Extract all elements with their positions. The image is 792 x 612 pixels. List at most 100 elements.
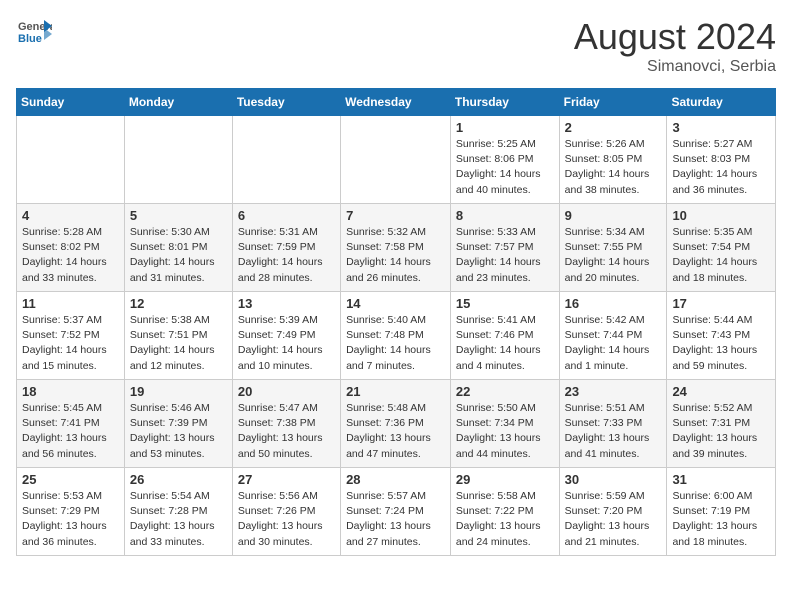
day-info: Sunrise: 5:59 AM Sunset: 7:20 PM Dayligh… [565, 489, 662, 550]
logo: General Blue [16, 16, 52, 46]
calendar-week-row: 4Sunrise: 5:28 AM Sunset: 8:02 PM Daylig… [17, 204, 776, 292]
day-number: 2 [565, 120, 662, 135]
day-number: 19 [130, 384, 227, 399]
day-info: Sunrise: 5:27 AM Sunset: 8:03 PM Dayligh… [672, 137, 770, 198]
day-number: 15 [456, 296, 554, 311]
day-number: 8 [456, 208, 554, 223]
day-number: 11 [22, 296, 119, 311]
day-info: Sunrise: 5:47 AM Sunset: 7:38 PM Dayligh… [238, 401, 335, 462]
day-info: Sunrise: 5:56 AM Sunset: 7:26 PM Dayligh… [238, 489, 335, 550]
month-year: August 2024 [574, 16, 776, 58]
day-info: Sunrise: 5:45 AM Sunset: 7:41 PM Dayligh… [22, 401, 119, 462]
calendar-cell: 3 Sunrise: 5:27 AM Sunset: 8:03 PM Daylig… [667, 116, 776, 204]
calendar-cell: 7 Sunrise: 5:32 AM Sunset: 7:58 PM Daylig… [341, 204, 451, 292]
day-number: 1 [456, 120, 554, 135]
day-info: Sunrise: 5:40 AM Sunset: 7:48 PM Dayligh… [346, 313, 445, 374]
calendar-cell: 13 Sunrise: 5:39 AM Sunset: 7:49 PM Dayli… [232, 292, 340, 380]
calendar-week-row: 18 Sunrise: 5:45 AM Sunset: 7:41 PM Dayli… [17, 380, 776, 468]
calendar-table: SundayMondayTuesdayWednesdayThursdayFrid… [16, 88, 776, 556]
calendar-week-row: 1 Sunrise: 5:25 AM Sunset: 8:06 PM Daylig… [17, 116, 776, 204]
title-block: August 2024 Simanovci, Serbia [574, 16, 776, 76]
calendar-cell: 6Sunrise: 5:31 AM Sunset: 7:59 PM Daylig… [232, 204, 340, 292]
calendar-cell [232, 116, 340, 204]
page-header: General Blue August 2024 Simanovci, Serb… [16, 16, 776, 76]
calendar-cell: 18 Sunrise: 5:45 AM Sunset: 7:41 PM Dayli… [17, 380, 125, 468]
calendar-cell: 15 Sunrise: 5:41 AM Sunset: 7:46 PM Dayli… [450, 292, 559, 380]
weekday-header: Thursday [450, 89, 559, 116]
calendar-week-row: 11Sunrise: 5:37 AM Sunset: 7:52 PM Dayli… [17, 292, 776, 380]
day-info: Sunrise: 5:39 AM Sunset: 7:49 PM Dayligh… [238, 313, 335, 374]
weekday-header: Monday [124, 89, 232, 116]
day-info: Sunrise: 5:53 AM Sunset: 7:29 PM Dayligh… [22, 489, 119, 550]
day-info: Sunrise: 5:31 AM Sunset: 7:59 PM Dayligh… [238, 225, 335, 286]
day-number: 23 [565, 384, 662, 399]
calendar-cell: 11Sunrise: 5:37 AM Sunset: 7:52 PM Dayli… [17, 292, 125, 380]
day-number: 25 [22, 472, 119, 487]
day-number: 17 [672, 296, 770, 311]
calendar-cell: 29Sunrise: 5:58 AM Sunset: 7:22 PM Dayli… [450, 468, 559, 556]
calendar-week-row: 25 Sunrise: 5:53 AM Sunset: 7:29 PM Dayli… [17, 468, 776, 556]
day-info: Sunrise: 5:48 AM Sunset: 7:36 PM Dayligh… [346, 401, 445, 462]
calendar-cell: 14 Sunrise: 5:40 AM Sunset: 7:48 PM Dayli… [341, 292, 451, 380]
day-info: Sunrise: 5:35 AM Sunset: 7:54 PM Dayligh… [672, 225, 770, 286]
weekday-header-row: SundayMondayTuesdayWednesdayThursdayFrid… [17, 89, 776, 116]
day-info: Sunrise: 5:38 AM Sunset: 7:51 PM Dayligh… [130, 313, 227, 374]
day-info: Sunrise: 5:32 AM Sunset: 7:58 PM Dayligh… [346, 225, 445, 286]
day-info: Sunrise: 5:41 AM Sunset: 7:46 PM Dayligh… [456, 313, 554, 374]
day-number: 29 [456, 472, 554, 487]
day-info: Sunrise: 5:54 AM Sunset: 7:28 PM Dayligh… [130, 489, 227, 550]
day-number: 7 [346, 208, 445, 223]
day-number: 9 [565, 208, 662, 223]
day-number: 12 [130, 296, 227, 311]
day-info: Sunrise: 5:25 AM Sunset: 8:06 PM Dayligh… [456, 137, 554, 198]
location: Simanovci, Serbia [574, 58, 776, 76]
day-info: Sunrise: 5:57 AM Sunset: 7:24 PM Dayligh… [346, 489, 445, 550]
calendar-header: SundayMondayTuesdayWednesdayThursdayFrid… [17, 89, 776, 116]
day-number: 30 [565, 472, 662, 487]
calendar-cell: 12 Sunrise: 5:38 AM Sunset: 7:51 PM Dayli… [124, 292, 232, 380]
day-number: 10 [672, 208, 770, 223]
day-number: 13 [238, 296, 335, 311]
calendar-cell: 17 Sunrise: 5:44 AM Sunset: 7:43 PM Dayli… [667, 292, 776, 380]
day-info: Sunrise: 5:44 AM Sunset: 7:43 PM Dayligh… [672, 313, 770, 374]
calendar-cell [341, 116, 451, 204]
day-info: Sunrise: 5:34 AM Sunset: 7:55 PM Dayligh… [565, 225, 662, 286]
day-info: Sunrise: 5:51 AM Sunset: 7:33 PM Dayligh… [565, 401, 662, 462]
day-number: 21 [346, 384, 445, 399]
calendar-cell: 10 Sunrise: 5:35 AM Sunset: 7:54 PM Dayli… [667, 204, 776, 292]
calendar-cell: 4Sunrise: 5:28 AM Sunset: 8:02 PM Daylig… [17, 204, 125, 292]
day-number: 26 [130, 472, 227, 487]
day-number: 31 [672, 472, 770, 487]
day-number: 14 [346, 296, 445, 311]
calendar-cell: 31Sunrise: 6:00 AM Sunset: 7:19 PM Dayli… [667, 468, 776, 556]
day-info: Sunrise: 5:42 AM Sunset: 7:44 PM Dayligh… [565, 313, 662, 374]
calendar-cell: 2 Sunrise: 5:26 AM Sunset: 8:05 PM Daylig… [559, 116, 667, 204]
calendar-cell: 28Sunrise: 5:57 AM Sunset: 7:24 PM Dayli… [341, 468, 451, 556]
calendar-cell: 22Sunrise: 5:50 AM Sunset: 7:34 PM Dayli… [450, 380, 559, 468]
calendar-cell: 9 Sunrise: 5:34 AM Sunset: 7:55 PM Daylig… [559, 204, 667, 292]
day-info: Sunrise: 5:33 AM Sunset: 7:57 PM Dayligh… [456, 225, 554, 286]
svg-text:Blue: Blue [18, 33, 42, 45]
day-number: 16 [565, 296, 662, 311]
day-info: Sunrise: 5:26 AM Sunset: 8:05 PM Dayligh… [565, 137, 662, 198]
calendar-cell [17, 116, 125, 204]
calendar-cell: 23 Sunrise: 5:51 AM Sunset: 7:33 PM Dayli… [559, 380, 667, 468]
day-info: Sunrise: 5:46 AM Sunset: 7:39 PM Dayligh… [130, 401, 227, 462]
day-number: 5 [130, 208, 227, 223]
day-info: Sunrise: 5:50 AM Sunset: 7:34 PM Dayligh… [456, 401, 554, 462]
calendar-cell: 19 Sunrise: 5:46 AM Sunset: 7:39 PM Dayli… [124, 380, 232, 468]
calendar-cell: 1 Sunrise: 5:25 AM Sunset: 8:06 PM Daylig… [450, 116, 559, 204]
weekday-header: Saturday [667, 89, 776, 116]
calendar-cell: 24Sunrise: 5:52 AM Sunset: 7:31 PM Dayli… [667, 380, 776, 468]
calendar-cell [124, 116, 232, 204]
calendar-cell: 30 Sunrise: 5:59 AM Sunset: 7:20 PM Dayli… [559, 468, 667, 556]
weekday-header: Tuesday [232, 89, 340, 116]
day-number: 18 [22, 384, 119, 399]
day-info: Sunrise: 5:52 AM Sunset: 7:31 PM Dayligh… [672, 401, 770, 462]
day-number: 3 [672, 120, 770, 135]
day-info: Sunrise: 5:28 AM Sunset: 8:02 PM Dayligh… [22, 225, 119, 286]
calendar-cell: 25 Sunrise: 5:53 AM Sunset: 7:29 PM Dayli… [17, 468, 125, 556]
weekday-header: Friday [559, 89, 667, 116]
day-number: 27 [238, 472, 335, 487]
calendar-cell: 21 Sunrise: 5:48 AM Sunset: 7:36 PM Dayli… [341, 380, 451, 468]
